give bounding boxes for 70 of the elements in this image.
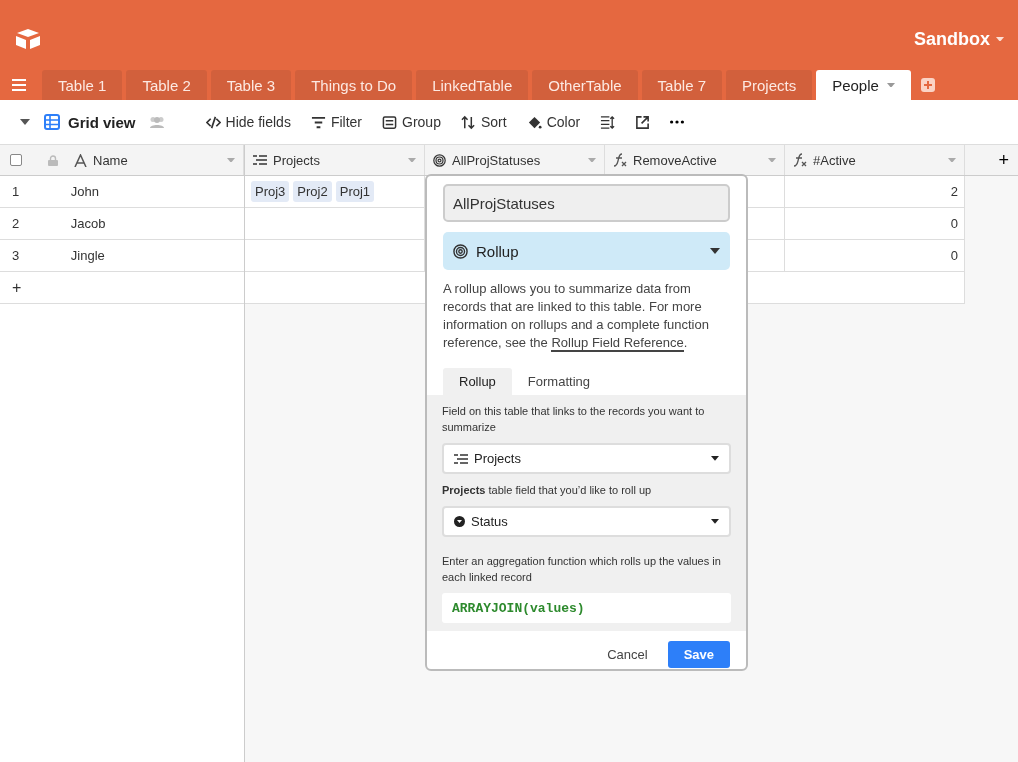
save-button[interactable]: Save — [667, 641, 730, 668]
add-column-button[interactable]: + — [998, 149, 1009, 171]
formula-icon — [613, 153, 627, 167]
row-number: 3 — [12, 248, 20, 263]
toolbar-button[interactable]: Color — [516, 110, 591, 134]
sort-icon — [460, 114, 476, 130]
checkbox[interactable] — [10, 154, 22, 166]
toolbar-button[interactable]: Group — [372, 110, 451, 134]
row-number: 1 — [12, 184, 20, 199]
add-row-button[interactable]: + — [12, 278, 22, 297]
field-type-description: A rollup allows you to summarize data from records that are linked to this table. For more information on rollups and a complete function reference, see the Rollup Field Reference. — [443, 280, 710, 352]
paint-bucket-icon — [526, 114, 542, 130]
caret-icon — [886, 82, 895, 88]
table-cell: Jingle — [70, 248, 105, 263]
formula-icon — [793, 153, 807, 167]
field-label: Enter an aggregation function which rolls up the values in each linked record — [442, 554, 722, 585]
table-cell: 0 — [950, 216, 958, 231]
project-chip: Proj2 — [293, 181, 332, 202]
list-icon — [454, 452, 468, 465]
lock-icon — [48, 154, 58, 166]
field-name-input[interactable]: AllProjStatuses — [443, 184, 730, 222]
caret-icon — [948, 157, 956, 163]
caret-icon — [711, 519, 719, 524]
field-type-dropdown[interactable]: Rollup — [443, 232, 730, 270]
row-height-icon — [600, 114, 616, 130]
external-link-icon — [635, 114, 651, 130]
box-logo-icon — [16, 29, 40, 49]
project-chip: Proj3 — [251, 181, 290, 202]
text-type-icon — [74, 153, 87, 167]
spiral-icon — [433, 153, 446, 167]
people-icon — [147, 116, 166, 128]
caret-icon — [20, 119, 30, 125]
caret-icon — [710, 248, 720, 254]
table-cell: 0 — [950, 248, 958, 263]
row-number: 2 — [12, 216, 20, 231]
table-cell: John — [70, 184, 99, 199]
column-header[interactable]: Projects — [245, 145, 425, 175]
caret-icon — [408, 157, 416, 163]
status-icon — [454, 516, 465, 527]
column-header[interactable]: Name — [0, 145, 244, 175]
more-icon — [670, 120, 685, 124]
toolbar-button[interactable]: Hide fields — [195, 110, 301, 134]
caret-icon — [227, 157, 235, 163]
caret-icon — [996, 36, 1004, 42]
list-icon — [253, 154, 267, 166]
editor-tab[interactable]: Formatting — [511, 368, 606, 395]
toolbar-button[interactable]: Filter — [300, 110, 373, 134]
field-label: Field on this table that links to the records you want to summarize — [442, 404, 706, 435]
reference-link[interactable]: Rollup Field Reference — [551, 335, 684, 352]
grid-icon — [44, 114, 60, 130]
table-cell: 2 — [950, 184, 958, 199]
caret-icon — [768, 157, 776, 163]
caret-icon — [711, 456, 719, 461]
toolbar-button[interactable]: Sort — [450, 110, 517, 134]
table-tab[interactable]: People — [816, 70, 911, 100]
cancel-button[interactable]: Cancel — [601, 646, 654, 663]
rollup-field-dropdown[interactable]: Status — [442, 506, 731, 537]
menu-icon[interactable] — [12, 79, 26, 91]
editor-tab[interactable]: Rollup — [443, 368, 512, 395]
column-header[interactable]: #Active — [785, 145, 965, 175]
caret-icon — [588, 157, 596, 163]
group-icon — [382, 114, 398, 130]
view-name[interactable]: Grid view — [68, 113, 136, 131]
formula-input[interactable]: ARRAYJOIN(values) — [442, 593, 731, 623]
project-chip: Proj1 — [335, 181, 375, 202]
field-label: Projects table field that you’d like to roll up — [442, 483, 653, 498]
filter-icon — [310, 114, 326, 130]
table-cell: Jacob — [70, 216, 106, 231]
linked-field-dropdown[interactable]: Projects — [442, 443, 731, 474]
spiral-icon — [453, 243, 468, 259]
